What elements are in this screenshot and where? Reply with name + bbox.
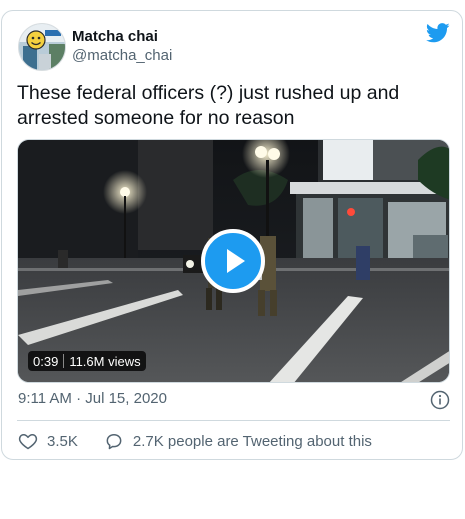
video-player[interactable]: 0:39 11.6M views bbox=[17, 139, 450, 383]
video-views: 11.6M views bbox=[69, 353, 141, 369]
conversation-label: 2.7K people are Tweeting about this bbox=[132, 432, 372, 450]
twitter-bird-icon[interactable] bbox=[425, 23, 450, 43]
tweet-card: Matcha chai @matcha_chai These federal o… bbox=[1, 10, 463, 460]
avatar[interactable] bbox=[18, 23, 66, 71]
conversation-button[interactable]: 2.7K people are Tweeting about this bbox=[104, 431, 372, 451]
author-handle[interactable]: @matcha_chai bbox=[72, 47, 172, 64]
video-stats-badge: 0:39 11.6M views bbox=[28, 351, 146, 371]
like-count: 3.5K bbox=[47, 432, 78, 450]
tweet-timestamp[interactable]: 9:11 AM · Jul 15, 2020 bbox=[18, 390, 167, 407]
info-icon[interactable] bbox=[430, 390, 450, 410]
avatar-image bbox=[19, 24, 65, 70]
divider bbox=[17, 420, 450, 421]
tweet-actions: 3.5K 2.7K people are Tweeting about this bbox=[18, 430, 372, 452]
heart-icon bbox=[18, 434, 38, 450]
video-duration: 0:39 bbox=[33, 353, 59, 369]
like-button[interactable]: 3.5K bbox=[18, 431, 78, 451]
play-button[interactable] bbox=[201, 229, 265, 293]
play-icon bbox=[227, 249, 245, 273]
author-display-name[interactable]: Matcha chai bbox=[72, 28, 158, 45]
tweet-text: These federal officers (?) just rushed u… bbox=[17, 82, 400, 129]
speech-bubble-icon bbox=[106, 434, 122, 450]
